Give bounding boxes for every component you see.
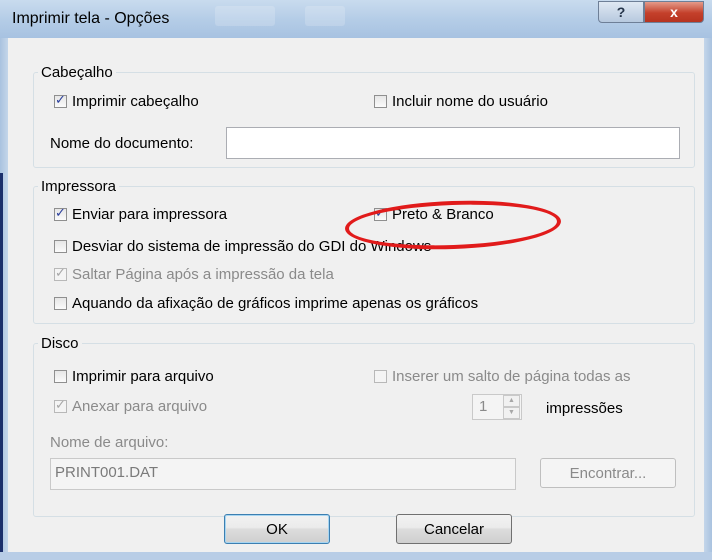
saltar-pagina-checkbox[interactable]: ✓ Saltar Página após a impressão da tela [54, 265, 334, 283]
checkbox-box[interactable] [54, 370, 67, 383]
inserir-salto-checkbox[interactable]: Inserer um salto de página todas as [374, 368, 630, 385]
ok-button[interactable]: OK [224, 514, 330, 544]
nome-documento-input[interactable] [226, 127, 680, 159]
dialog-window: Imprimir tela - Opções ? x Cabeçalho ✓ I… [0, 0, 712, 560]
help-icon: ? [616, 4, 626, 20]
checkmark-icon: ✓ [55, 265, 66, 280]
nome-arquivo-label: Nome de arquivo: [50, 434, 169, 451]
close-icon: x [670, 4, 678, 20]
saltar-pagina-label: Saltar Página após a impressão da tela [72, 266, 334, 283]
window-frame-bottom [0, 552, 712, 560]
imprimir-cabecalho-checkbox[interactable]: ✓ Imprimir cabeçalho [54, 92, 199, 110]
encontrar-button[interactable]: Encontrar... [540, 458, 676, 488]
checkbox-box[interactable]: ✓ [54, 265, 67, 281]
incluir-nome-usuario-label: Incluir nome do usuário [392, 93, 548, 110]
checkmark-icon: ✓ [55, 205, 66, 220]
imprimir-arquivo-label: Imprimir para arquivo [72, 368, 214, 385]
checkbox-box[interactable] [374, 95, 387, 108]
anexar-arquivo-checkbox[interactable]: ✓ Anexar para arquivo [54, 397, 208, 415]
help-button[interactable]: ? [598, 1, 644, 23]
group-impressora-legend: Impressora [41, 178, 117, 195]
imprimir-cabecalho-label: Imprimir cabeçalho [72, 93, 199, 110]
nome-documento-label: Nome do documento: [50, 135, 194, 152]
aquando-graficos-label: Aquando da afixação de gráficos imprime … [72, 295, 479, 312]
group-disco-legend: Disco [41, 335, 79, 352]
impressoes-label: impressões [546, 400, 623, 417]
title-bar-background-artifact [305, 6, 345, 26]
impressoes-spinner[interactable]: 1 ▲ ▼ [472, 394, 522, 420]
close-button[interactable]: x [644, 1, 704, 23]
checkbox-box[interactable] [54, 297, 67, 310]
cancel-button[interactable]: Cancelar [396, 514, 512, 544]
dialog-client-area: Cabeçalho ✓ Imprimir cabeçalho Incluir n… [8, 38, 704, 552]
checkbox-box[interactable]: ✓ [54, 92, 67, 108]
checkmark-icon: ✓ [55, 92, 66, 107]
checkbox-box[interactable]: ✓ [54, 397, 67, 413]
title-bar-background-artifact [215, 6, 275, 26]
checkbox-box[interactable] [54, 240, 67, 253]
checkmark-icon: ✓ [55, 397, 66, 412]
checkbox-box[interactable] [374, 370, 387, 383]
window-frame-left [0, 38, 8, 560]
checkbox-box[interactable]: ✓ [54, 205, 67, 221]
spinner-down-icon[interactable]: ▼ [503, 407, 520, 419]
background-window-edge [0, 173, 3, 560]
inserir-salto-label: Inserer um salto de página todas as [392, 368, 631, 385]
anexar-arquivo-label: Anexar para arquivo [72, 398, 208, 415]
enviar-impressora-label: Enviar para impressora [72, 206, 228, 223]
spinner-up-icon[interactable]: ▲ [503, 395, 520, 407]
window-title: Imprimir tela - Opções [12, 10, 170, 27]
enviar-impressora-checkbox[interactable]: ✓ Enviar para impressora [54, 205, 228, 223]
nome-arquivo-input[interactable]: PRINT001.DAT [50, 458, 516, 490]
spinner-value: 1 [479, 398, 488, 415]
window-frame-right [704, 38, 712, 560]
aquando-graficos-checkbox[interactable]: Aquando da afixação de gráficos imprime … [54, 295, 478, 312]
imprimir-arquivo-checkbox[interactable]: Imprimir para arquivo [54, 368, 214, 385]
title-bar[interactable]: Imprimir tela - Opções ? x [0, 0, 712, 38]
group-cabecalho-legend: Cabeçalho [41, 64, 113, 81]
incluir-nome-usuario-checkbox[interactable]: Incluir nome do usuário [374, 93, 548, 110]
